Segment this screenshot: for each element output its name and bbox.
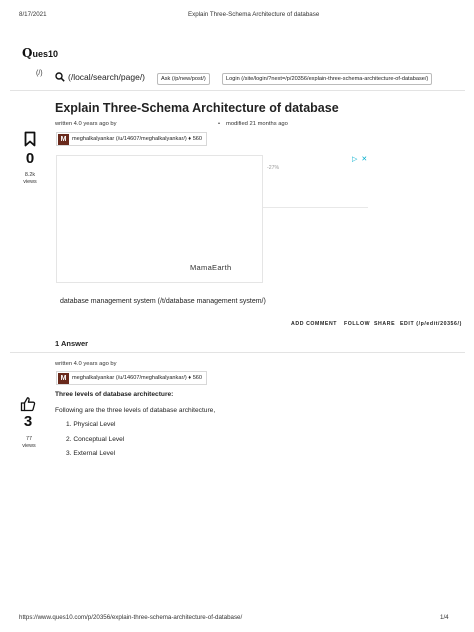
search-link-text: (/local/search/page/) (68, 72, 146, 82)
answer-views: 77 views (17, 436, 41, 450)
bookmark-icon[interactable] (24, 131, 36, 147)
logo-text: ues10 (32, 49, 58, 59)
answer-written: written 4.0 years ago by (55, 361, 117, 367)
ad-side-panel[interactable]: -27% (263, 157, 368, 207)
search-icon (55, 72, 65, 82)
ad-brand: MamaEarth (190, 263, 232, 272)
question-views-label: views (23, 179, 37, 185)
avatar: M (58, 372, 69, 384)
answer-views-label: views (22, 443, 36, 449)
divider (10, 90, 465, 91)
follow-button[interactable]: FOLLOW (344, 321, 370, 327)
print-url: https://www.ques10.com/p/20356/explain-t… (19, 614, 243, 621)
question-views: 8.2k views (18, 172, 42, 186)
question-tag[interactable]: database management system (/t/database … (60, 298, 266, 305)
site-logo[interactable]: Ques10 (/) (22, 44, 82, 77)
answer-author-card[interactable]: M meghalkalyankar (/u/14607/meghalkalyan… (56, 371, 208, 385)
divider (10, 352, 465, 353)
list-item: 2. Conceptual Level (66, 436, 125, 443)
ad-discount: -27% (267, 165, 280, 171)
meta-separator: • (218, 121, 221, 127)
logo-letter: Q (22, 46, 33, 60)
ad-divider (263, 207, 368, 208)
ad-banner[interactable] (56, 155, 263, 283)
answer-intro: Following are the three levels of databa… (55, 407, 216, 414)
print-doc-title: Explain Three-Schema Architecture of dat… (188, 11, 320, 18)
answer-views-count: 77 (26, 436, 32, 442)
print-page-number: 1/4 (440, 614, 449, 621)
answer-vote-count: 3 (23, 413, 33, 430)
list-item: 3. External Level (66, 450, 116, 457)
edit-button[interactable]: EDIT (/p/edit/20356/) (400, 321, 462, 327)
thumbs-up-icon[interactable] (20, 396, 36, 412)
question-written: written 4.0 years ago by (55, 121, 117, 127)
question-modified: modified 21 months ago (226, 121, 288, 127)
print-date: 8/17/2021 (19, 11, 47, 18)
avatar: M (58, 133, 69, 145)
question-vote-count: 0 (25, 150, 35, 167)
logo-link: (/) (36, 70, 43, 77)
question-views-count: 8.2k (24, 172, 36, 178)
share-button[interactable]: SHARE (374, 321, 395, 327)
search-link[interactable]: (/local/search/page/) (55, 72, 145, 82)
answer-author-link[interactable]: meghalkalyankar (/u/14607/meghalkalyanka… (72, 375, 202, 381)
question-author-link[interactable]: meghalkalyankar (/u/14607/meghalkalyanka… (72, 136, 202, 142)
ask-button[interactable]: Ask (/p/new/post/) (157, 73, 210, 85)
answer-heading: Three levels of database architecture: (55, 391, 174, 398)
add-comment-button[interactable]: ADD COMMENT (291, 321, 337, 327)
answers-count: 1 Answer (55, 339, 89, 348)
question-author-card[interactable]: M meghalkalyankar (/u/14607/meghalkalyan… (56, 132, 208, 146)
login-button[interactable]: Login (/site/login/?next=/p/20356/explai… (222, 73, 433, 85)
question-title: Explain Three-Schema Architecture of dat… (55, 101, 339, 115)
list-item: 1. Physical Level (66, 421, 116, 428)
